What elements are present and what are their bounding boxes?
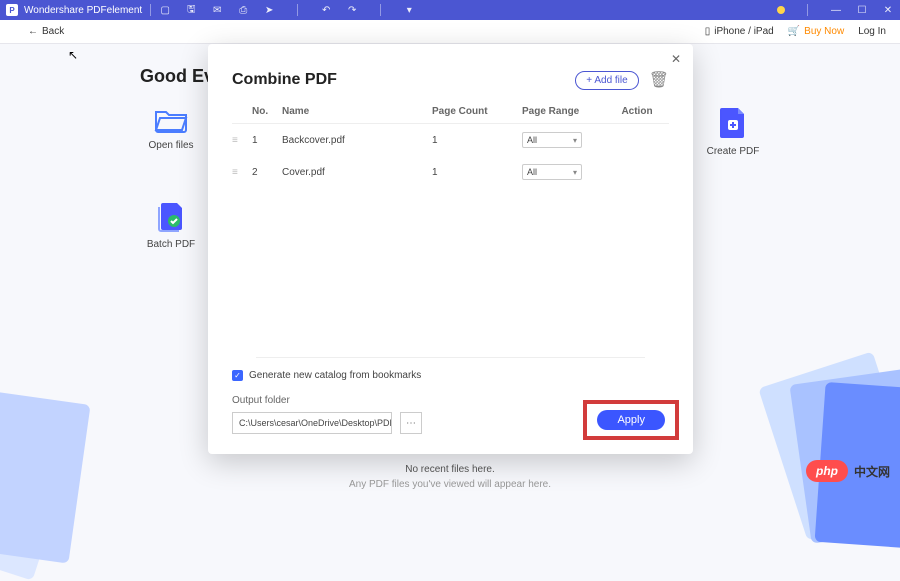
separator	[150, 4, 151, 16]
ellipsis-icon: ⋯	[406, 418, 416, 429]
save-icon[interactable]: 🖫	[185, 4, 197, 16]
file-plus-icon	[718, 106, 748, 140]
redo-icon[interactable]: ↷	[346, 4, 358, 16]
folder-open-icon	[154, 106, 188, 134]
drag-handle-icon[interactable]: ≡	[232, 135, 252, 146]
open-files-tool[interactable]: Open files	[136, 106, 206, 151]
trash-icon[interactable]: 🗑	[649, 70, 669, 90]
apply-button[interactable]: Apply	[597, 410, 665, 430]
notification-dot-icon[interactable]	[777, 6, 785, 14]
app-title: Wondershare PDFelement	[24, 5, 142, 16]
maximize-icon[interactable]: ☐	[856, 4, 868, 16]
share-icon[interactable]: ➤	[263, 4, 275, 16]
table-header: No. Name Page Count Page Range Action	[232, 100, 669, 124]
php-pill: php	[806, 460, 848, 482]
title-bar: P Wondershare PDFelement ▢ 🖫 ✉ ⎙ ➤ ↶ ↷ ▾…	[0, 0, 900, 20]
apply-highlight-box: Apply	[583, 400, 679, 440]
create-pdf-label: Create PDF	[698, 146, 768, 157]
sub-header: ← Back ▯ iPhone / iPad 🛒 Buy Now Log In	[0, 20, 900, 44]
cell-name: Backcover.pdf	[282, 135, 432, 146]
close-window-icon[interactable]: ✕	[882, 4, 894, 16]
cell-no: 1	[252, 135, 282, 146]
back-button[interactable]: ← Back	[28, 26, 64, 37]
col-action: Action	[612, 106, 662, 117]
undo-icon[interactable]: ↶	[320, 4, 332, 16]
chevron-down-icon: ▾	[573, 168, 577, 177]
page-range-value: All	[527, 135, 537, 145]
file-check-icon	[156, 199, 186, 233]
quick-toolbar: ▢ 🖫 ✉ ⎙ ➤ ↶ ↷ ▾	[159, 4, 415, 16]
generate-catalog-checkbox[interactable]: ✓ Generate new catalog from bookmarks	[232, 370, 669, 381]
col-page-count: Page Count	[432, 106, 522, 117]
generate-catalog-label: Generate new catalog from bookmarks	[249, 370, 421, 381]
browse-button[interactable]: ⋯	[400, 412, 422, 434]
buy-label: Buy Now	[804, 26, 844, 37]
output-folder-value: C:\Users\cesar\OneDrive\Desktop\PDFelem	[239, 418, 392, 428]
col-page-range: Page Range	[522, 106, 612, 117]
recent-line2: Any PDF files you've viewed will appear …	[0, 479, 900, 490]
table-row[interactable]: ≡ 2 Cover.pdf 1 All ▾	[232, 156, 669, 188]
dropdown-icon[interactable]: ▾	[403, 4, 415, 16]
buy-now-link[interactable]: 🛒 Buy Now	[788, 26, 844, 37]
col-no: No.	[252, 106, 282, 117]
chevron-down-icon: ▾	[573, 136, 577, 145]
cell-pagecount: 1	[432, 167, 522, 178]
dialog-title: Combine PDF	[232, 71, 337, 89]
create-pdf-tool[interactable]: Create PDF	[698, 106, 768, 157]
print-icon[interactable]: ⎙	[237, 4, 249, 16]
recent-files-empty: No recent files here. Any PDF files you'…	[0, 464, 900, 490]
col-name: Name	[282, 106, 432, 117]
php-watermark: php 中文网	[806, 460, 890, 482]
checkbox-checked-icon: ✓	[232, 370, 243, 381]
page-range-select[interactable]: All ▾	[522, 132, 582, 148]
combine-pdf-dialog: ✕ Combine PDF + Add file 🗑 No. Name Page…	[208, 44, 693, 454]
minimize-icon[interactable]: —	[830, 4, 842, 16]
php-cn-text: 中文网	[854, 463, 890, 480]
output-folder-input[interactable]: C:\Users\cesar\OneDrive\Desktop\PDFelem	[232, 412, 392, 434]
iphone-label: iPhone / iPad	[714, 26, 774, 37]
mail-icon[interactable]: ✉	[211, 4, 223, 16]
file-table: No. Name Page Count Page Range Action ≡ …	[208, 100, 693, 188]
cart-icon: 🛒	[788, 26, 800, 37]
open-files-label: Open files	[136, 140, 206, 151]
back-label: Back	[42, 26, 64, 37]
separator	[380, 4, 381, 16]
table-row[interactable]: ≡ 1 Backcover.pdf 1 All ▾	[232, 124, 669, 156]
page-range-select[interactable]: All ▾	[522, 164, 582, 180]
drag-handle-icon[interactable]: ≡	[232, 167, 252, 178]
open-icon[interactable]: ▢	[159, 4, 171, 16]
batch-pdf-label: Batch PDF	[136, 239, 206, 250]
cell-name: Cover.pdf	[282, 167, 432, 178]
iphone-ipad-link[interactable]: ▯ iPhone / iPad	[705, 26, 774, 37]
separator	[297, 4, 298, 16]
close-icon[interactable]: ✕	[667, 50, 685, 68]
page-range-value: All	[527, 167, 537, 177]
batch-pdf-tool[interactable]: Batch PDF	[136, 199, 206, 250]
recent-line1: No recent files here.	[0, 464, 900, 475]
cell-no: 2	[252, 167, 282, 178]
login-link[interactable]: Log In	[858, 26, 886, 37]
arrow-left-icon: ←	[28, 26, 38, 37]
login-label: Log In	[858, 26, 886, 37]
separator	[807, 4, 808, 16]
add-file-button[interactable]: + Add file	[575, 71, 638, 90]
app-logo-icon: P	[6, 4, 18, 16]
phone-icon: ▯	[705, 26, 711, 37]
cell-pagecount: 1	[432, 135, 522, 146]
